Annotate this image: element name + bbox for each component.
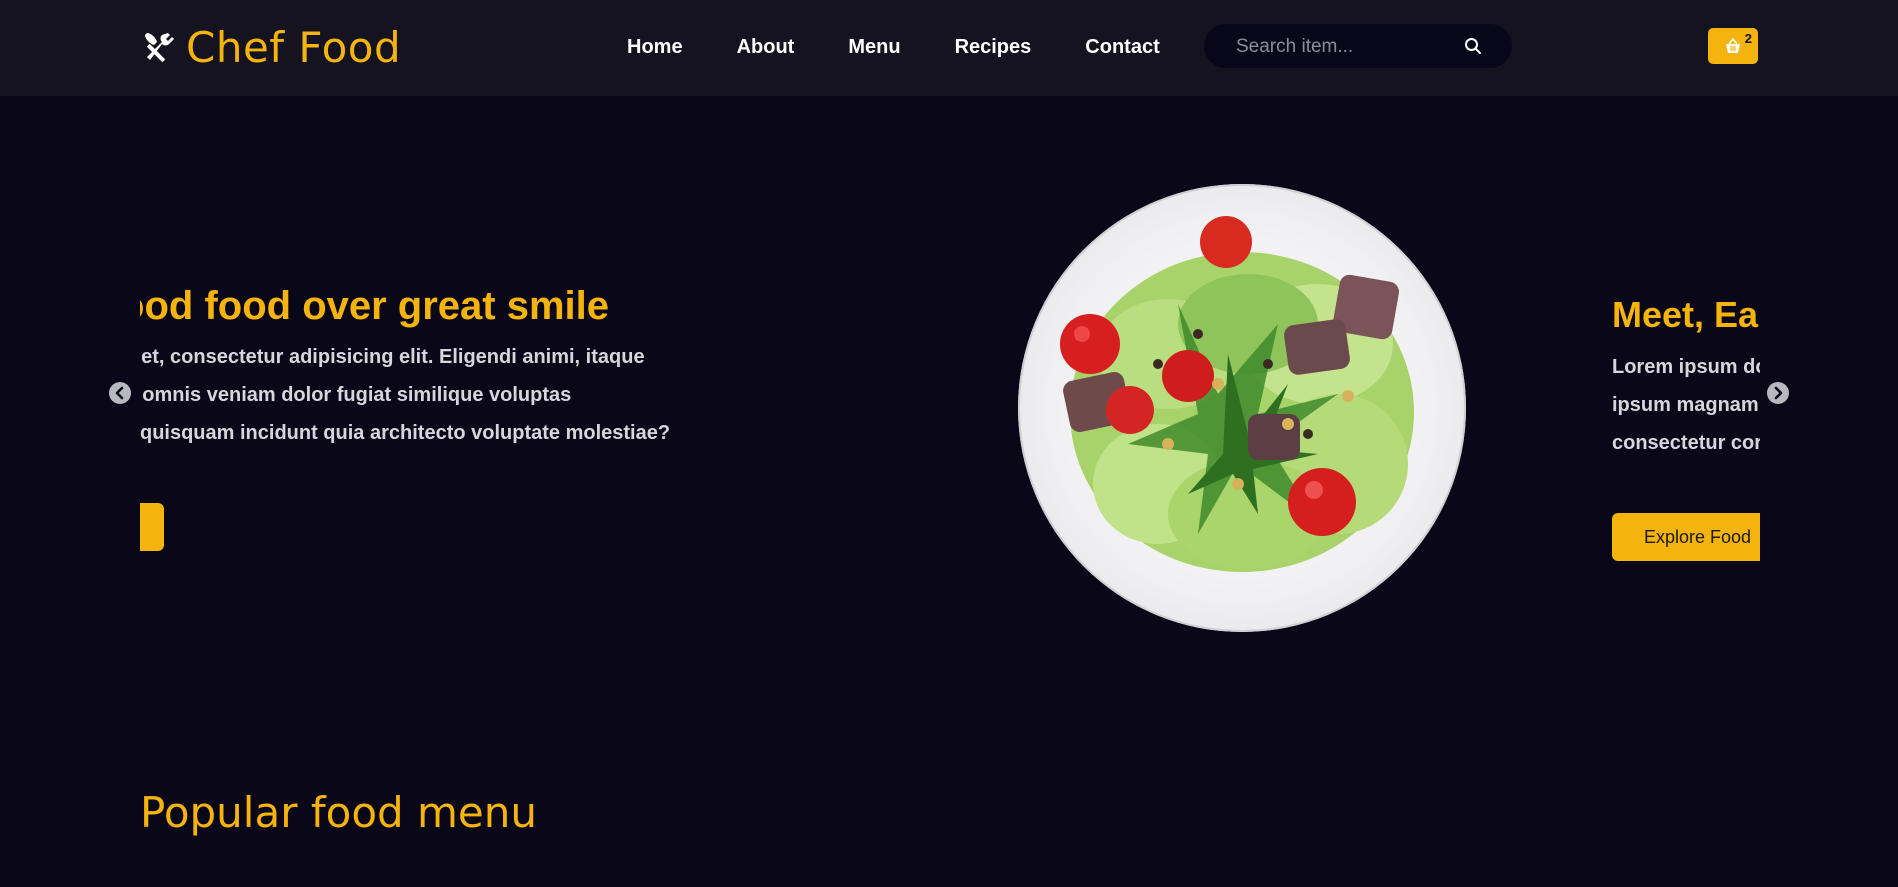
brand-name: Chef Food [186,22,402,72]
cart-button[interactable]: 2 [1708,28,1758,64]
fork-knife-icon [145,33,174,63]
main-nav: Home About Menu Recipes Contact [600,30,1187,64]
nav-link-home[interactable]: Home [627,30,683,64]
chevron-left-icon [115,386,124,400]
cart-count-badge: 2 [1744,31,1752,46]
popular-food-menu-heading: Popular food menu [140,788,538,837]
slide-cta-button[interactable] [140,503,164,551]
search-icon[interactable] [1464,37,1482,55]
nav-link-contact[interactable]: Contact [1085,30,1159,64]
slide-description-line: Lorem ipsum do [1612,356,1760,378]
nav-link-menu[interactable]: Menu [848,30,900,64]
hero-slider: ve good food over great smile olor sit a… [0,96,1898,696]
slide-description-line: consectetur cor [1612,432,1760,454]
slide-description: olor sit amet, consectetur adipisicing e… [140,338,670,452]
brand-logo[interactable]: Chef Food [142,22,401,72]
navbar: Chef Food Home About Menu Recipes Contac… [0,0,1898,96]
slide-description: Lorem ipsum do ipsum magnam consectetur … [1612,348,1760,462]
basket-icon [1726,37,1740,53]
search-input[interactable] [1234,24,1458,70]
explore-food-button[interactable]: Explore Food [1612,513,1760,561]
slider-next-button[interactable] [1767,382,1789,404]
nav-link-recipes[interactable]: Recipes [955,30,1032,64]
slide-description-line: quae alias omnis veniam dolor fugiat sim… [140,384,572,406]
salad-illustration [1060,216,1414,572]
chevron-right-icon [1774,386,1783,400]
salad-plate-image [1018,184,1466,632]
slide-next: Meet, Ea Lorem ipsum do ipsum magnam con… [1612,96,1760,696]
slider-viewport: ve good food over great smile olor sit a… [140,96,1760,696]
slide-title: Meet, Ea [1612,294,1759,335]
search-box [1204,24,1512,70]
slide-title: ve good food over great smile [140,284,610,328]
nav-link-about[interactable]: About [737,30,795,64]
slider-prev-button[interactable] [109,382,131,404]
slide-description-line: rrupti odit quisquam incidunt quia archi… [140,422,671,444]
slide-description-line: ipsum magnam [1612,394,1759,416]
slide-previous: ve good food over great smile olor sit a… [140,96,940,696]
slide-description-line: olor sit amet, consectetur adipisicing e… [140,346,645,368]
